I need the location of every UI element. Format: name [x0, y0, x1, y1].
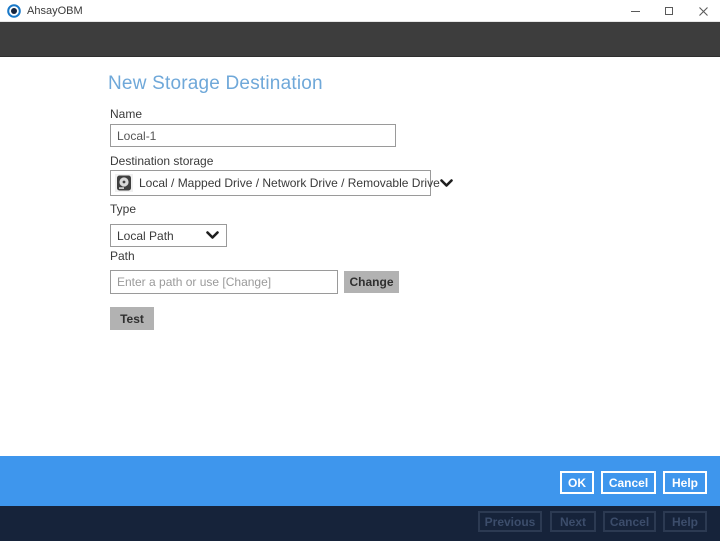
name-label: Name: [110, 107, 143, 121]
wizard-help-button-disabled: Help: [663, 511, 707, 532]
test-button[interactable]: Test: [110, 307, 154, 330]
next-button-disabled: Next: [550, 511, 596, 532]
new-storage-destination-panel: New Storage Destination Name Destination…: [0, 57, 720, 456]
wizard-navigation-bar: Previous Next Cancel Help: [0, 506, 720, 541]
type-label: Type: [110, 202, 137, 216]
cancel-button[interactable]: Cancel: [601, 471, 656, 494]
destination-storage-select[interactable]: Local / Mapped Drive / Network Drive / R…: [110, 170, 453, 196]
maximize-button[interactable]: [652, 0, 686, 22]
path-input[interactable]: [110, 270, 338, 294]
chevron-down-icon: [439, 178, 453, 188]
dialog-action-bar: OK Cancel Help: [0, 456, 720, 506]
minimize-icon: [630, 10, 640, 12]
type-value: Local Path: [117, 228, 174, 243]
destination-storage-value: Local / Mapped Drive / Network Drive / R…: [139, 176, 440, 190]
hdd-icon: [115, 174, 133, 192]
page-title: New Storage Destination: [108, 73, 323, 94]
minimize-button[interactable]: [618, 0, 652, 22]
window-title: AhsayOBM: [27, 4, 83, 17]
change-button[interactable]: Change: [344, 271, 399, 293]
ok-button[interactable]: OK: [560, 471, 594, 494]
window-controls: [618, 0, 720, 22]
previous-button-disabled: Previous: [478, 511, 542, 532]
close-button[interactable]: [686, 0, 720, 22]
app-header-band: [0, 22, 720, 57]
title-bar: AhsayOBM: [0, 0, 720, 22]
path-label: Path: [110, 249, 135, 263]
name-input[interactable]: [110, 124, 396, 147]
close-icon: [698, 6, 708, 16]
ahsayobm-logo-icon: [7, 3, 21, 18]
maximize-icon: [665, 7, 673, 15]
chevron-down-icon: [206, 231, 219, 240]
destination-storage-label: Destination storage: [110, 154, 214, 168]
help-button[interactable]: Help: [663, 471, 707, 494]
wizard-cancel-button-disabled: Cancel: [603, 511, 656, 532]
type-select[interactable]: Local Path: [110, 224, 227, 247]
